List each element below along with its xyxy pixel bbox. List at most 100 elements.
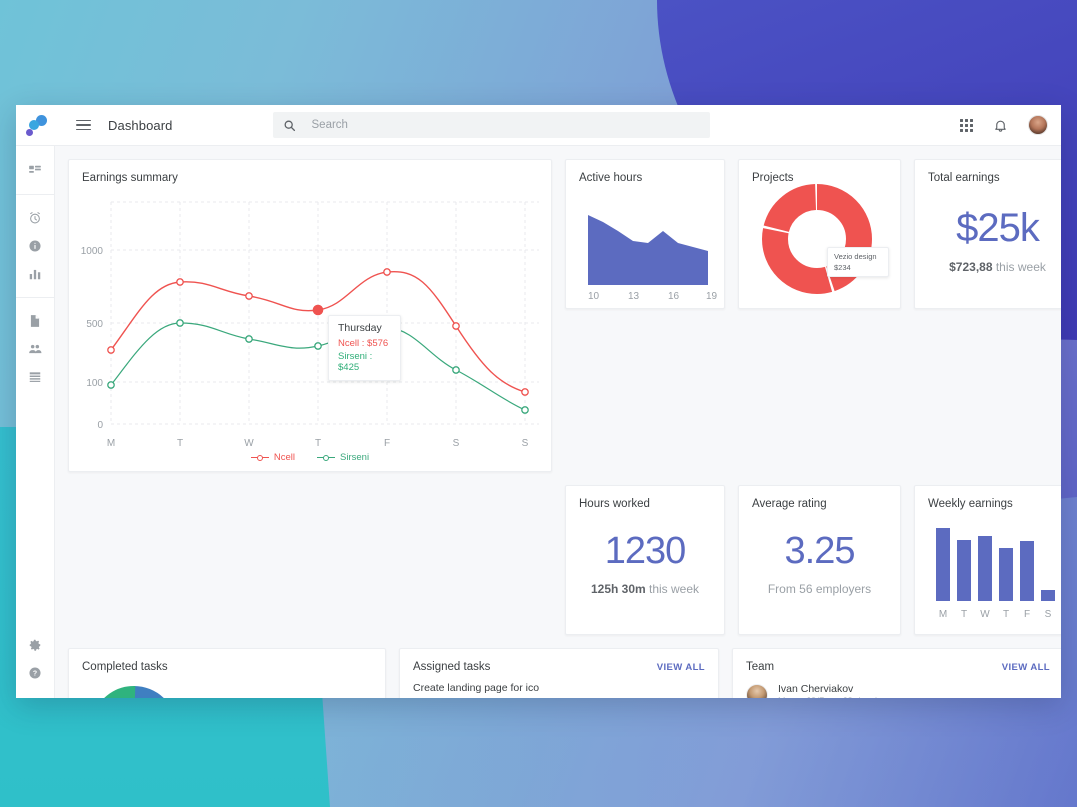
legend-item-oppo[interactable]: Oppo Electronics (211, 698, 302, 699)
card-title-team: Team (746, 661, 775, 673)
svg-text:500: 500 (86, 319, 103, 330)
card-total-earnings: Total earnings $25k $723,88 this week (914, 159, 1061, 309)
legend-label-oppo: Oppo Electronics (230, 698, 302, 699)
info-circle-icon (29, 240, 41, 252)
sidebar-item-documents[interactable] (16, 307, 54, 335)
svg-text:100: 100 (86, 378, 103, 389)
projects-tooltip-label: Vezio design (834, 252, 877, 261)
svg-text:16: 16 (668, 291, 680, 302)
hours-worked-value: 1230 (604, 530, 687, 572)
logo-container[interactable] (16, 114, 55, 136)
notification-bell-icon[interactable] (993, 118, 1008, 133)
hours-worked-sub: 125h 30m this week (566, 582, 724, 596)
card-weekly-earnings: Weekly earnings M T W T F S S (914, 485, 1061, 635)
sidebar-item-reports[interactable] (16, 260, 54, 288)
card-earnings-summary: Earnings summary 1000 500 100 0 M T W T … (68, 159, 552, 472)
sidebar-divider-1 (16, 194, 54, 195)
earnings-tooltip: Thursday Ncell : $576 Sirseni : $425 (328, 315, 401, 381)
vezio-logo-icon (25, 114, 47, 136)
card-team: Team VIEW ALL Ivan Cherviakov MeteorJS/R… (732, 648, 1061, 698)
svg-text:19: 19 (706, 291, 718, 302)
projects-tooltip-value: $234 (834, 263, 851, 272)
svg-text:F: F (384, 438, 390, 449)
top-bar-actions (960, 115, 1061, 135)
search-input[interactable] (311, 119, 700, 131)
card-title-hours-worked: Hours worked (579, 498, 650, 510)
svg-text:S: S (453, 438, 460, 449)
dashboard-row-2: Hours worked 1230 125h 30m this week Ave… (68, 485, 1061, 635)
card-title-average-rating: Average rating (752, 498, 827, 510)
tooltip-sirseni: Sirseni : $425 (338, 351, 373, 373)
search-bar[interactable] (272, 112, 710, 138)
user-avatar[interactable] (1028, 115, 1048, 135)
legend-marker-ncell (250, 454, 269, 462)
sidebar-item-settings[interactable] (16, 631, 54, 659)
main-content: Earnings summary 1000 500 100 0 M T W T … (55, 146, 1061, 698)
dashboard-grid-icon (29, 165, 41, 173)
svg-text:T: T (315, 438, 321, 449)
team-view-all-link[interactable]: VIEW ALL (1002, 662, 1050, 673)
document-icon (30, 315, 40, 327)
average-rating-sub: From 56 employers (767, 582, 872, 596)
card-title-active-hours: Active hours (579, 172, 643, 184)
app-window: Dashboard Search ? Earnings summary 1000… (16, 105, 1061, 698)
team-member-role: MeteorJS/ReactJS development (778, 696, 907, 698)
tooltip-ncell: Ncell : $576 (338, 338, 389, 349)
svg-text:T: T (177, 438, 183, 449)
task-title: Create landing page for ico (413, 682, 540, 694)
sidebar-item-tables[interactable] (16, 363, 54, 391)
sidebar-item-dashboard[interactable] (16, 157, 54, 185)
legend-marker-sirseni (317, 454, 336, 462)
svg-text:M: M (939, 609, 947, 620)
gear-icon (29, 639, 41, 651)
hamburger-menu-icon[interactable] (76, 119, 91, 131)
alarm-clock-icon (30, 212, 40, 224)
team-member-row[interactable]: Ivan Cherviakov MeteorJS/ReactJS develop… (733, 683, 1061, 698)
svg-text:13: 13 (628, 291, 640, 302)
svg-text:W: W (244, 438, 254, 449)
search-icon (284, 120, 295, 131)
apps-grid-icon[interactable] (960, 118, 973, 132)
assigned-tasks-view-all-link[interactable]: VIEW ALL (657, 662, 705, 673)
page-title: Dashboard (108, 117, 173, 133)
team-member-avatar (746, 683, 768, 698)
card-active-hours: Active hours 10 13 16 19 (565, 159, 725, 309)
card-title-assigned-tasks: Assigned tasks (413, 661, 491, 673)
hours-worked-sub-bold: 125h 30m (590, 582, 646, 596)
earnings-chart: 1000 500 100 0 M T W T F S S Thursday Nc… (69, 184, 551, 456)
svg-text:W: W (980, 609, 990, 620)
dashboard-row-3: Completed tasks Assigned tasks VIEW ALL … (68, 648, 1061, 699)
svg-text:M: M (107, 438, 115, 449)
card-title-earnings: Earnings summary (82, 172, 178, 184)
card-title-weekly-earnings: Weekly earnings (928, 498, 1013, 510)
sidebar: ? (16, 146, 55, 698)
card-hours-worked: Hours worked 1230 125h 30m this week (565, 485, 725, 635)
sidebar-item-info[interactable] (16, 232, 54, 260)
svg-text:F: F (1024, 609, 1030, 620)
card-title-total-earnings: Total earnings (928, 172, 1000, 184)
card-title-projects: Projects (752, 172, 794, 184)
active-hours-area-chart: 10 13 16 19 (588, 215, 718, 302)
sidebar-divider-2 (16, 297, 54, 298)
hours-worked-sub-rest: this week (645, 582, 700, 596)
dashboard-row-1: Earnings summary 1000 500 100 0 M T W T … (68, 159, 1061, 472)
team-member-name: Ivan Cherviakov (778, 683, 854, 695)
projects-donut-chart (762, 184, 872, 294)
average-rating-value: 3.25 (784, 530, 856, 572)
total-earnings-sub-bold: $723,88 (949, 260, 993, 274)
sidebar-item-time-tracking[interactable] (16, 204, 54, 232)
weekly-earnings-bar-chart: M T W T F S S (936, 528, 1055, 620)
svg-text:S: S (1045, 609, 1052, 620)
sidebar-item-team[interactable] (16, 335, 54, 363)
sidebar-item-help[interactable]: ? (16, 659, 54, 687)
total-earnings-value: $25k (956, 206, 1040, 250)
card-average-rating: Average rating 3.25 From 56 employers (738, 485, 901, 635)
help-circle-icon: ? (29, 667, 41, 679)
total-earnings-sub: $723,88 this week (915, 260, 1061, 274)
task-item[interactable]: Create landing page for ico VEZIO Feb 6 (400, 682, 718, 698)
top-bar: Dashboard (16, 105, 1061, 146)
assigned-tasks-header: Assigned tasks VIEW ALL (400, 649, 718, 673)
svg-text:1000: 1000 (81, 246, 104, 257)
svg-text:S: S (522, 438, 529, 449)
tooltip-day: Thursday (338, 322, 382, 334)
